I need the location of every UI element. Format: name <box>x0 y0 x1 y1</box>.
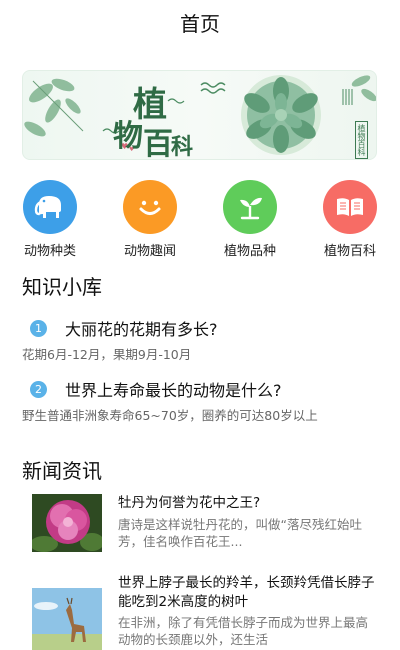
smile-icon <box>123 180 177 234</box>
category-plant-varieties[interactable]: 植物品种 <box>210 180 290 259</box>
banner-title-char: 科 <box>171 134 194 160</box>
knowledge-answer: 野生普通非洲象寿命65~70岁，圈养的可达80岁以上 <box>22 408 318 423</box>
sprout-icon <box>223 180 277 234</box>
banner-leaves-illustration: ♥ ♥ <box>24 75 376 155</box>
news-item[interactable]: 世界上脖子最长的羚羊，长颈羚凭借长脖子能吃到2米高度的树叶 在非洲，除了有凭借长… <box>22 574 382 650</box>
section-title-knowledge: 知识小库 <box>22 275 102 299</box>
news-title: 牡丹为何誉为花中之王? <box>118 495 261 511</box>
category-label: 植物百科 <box>323 244 376 259</box>
item-number-badge: 1 <box>30 319 47 337</box>
news-item[interactable]: 牡丹为何誉为花中之王? 唐诗是这样说牡丹花的，叫做“落尽残红始吐芳，佳名唤作百花… <box>22 494 382 564</box>
category-grid: 动物种类 动物趣闻 植物品种 植物百科 <box>0 180 400 260</box>
peony-thumbnail <box>32 494 102 552</box>
elephant-icon <box>23 180 77 234</box>
item-number-badge: 2 <box>30 380 47 398</box>
category-animal-stories[interactable]: 动物趣闻 <box>110 180 190 259</box>
knowledge-item[interactable]: 1 大丽花的花期有多长? 花期6月-12月，果期9月-10月 <box>22 316 382 363</box>
news-title: 世界上脖子最长的羚羊，长颈羚凭借长脖子能吃到2米高度的树叶 <box>118 575 375 610</box>
knowledge-item[interactable]: 2 世界上寿命最长的动物是什么? 野生普通非洲象寿命65~70岁，圈养的可达80… <box>22 377 382 424</box>
category-label: 动物趣闻 <box>123 244 176 259</box>
banner-title-char: 百 <box>143 127 173 160</box>
category-label: 植物品种 <box>223 244 276 259</box>
category-plant-encyclopedia[interactable]: 植物百科 <box>310 180 390 259</box>
page-title: 首页 <box>180 11 220 36</box>
header-bar: 首页 <box>0 0 400 44</box>
knowledge-question: 世界上寿命最长的动物是什么? <box>65 381 282 400</box>
knowledge-question: 大丽花的花期有多长? <box>65 320 218 339</box>
antelope-thumbnail <box>32 588 102 650</box>
section-title-news: 新闻资讯 <box>22 459 102 483</box>
banner-title-char: 物 <box>113 119 143 154</box>
banner[interactable]: ♥ ♥ 植 物 百 科 植物百科 <box>22 70 377 160</box>
news-description: 唐诗是这样说牡丹花的，叫做“落尽残红始吐芳，佳名唤作百花王... <box>118 517 362 549</box>
category-animal-types[interactable]: 动物种类 <box>10 180 90 259</box>
book-icon <box>323 180 377 234</box>
knowledge-answer: 花期6月-12月，果期9月-10月 <box>22 347 192 362</box>
category-label: 动物种类 <box>23 244 76 259</box>
banner-stamp: 植物百科 <box>355 121 368 159</box>
news-description: 在非洲，除了有凭借长脖子而成为世界上最高动物的长颈鹿以外，还生活 <box>118 615 369 647</box>
